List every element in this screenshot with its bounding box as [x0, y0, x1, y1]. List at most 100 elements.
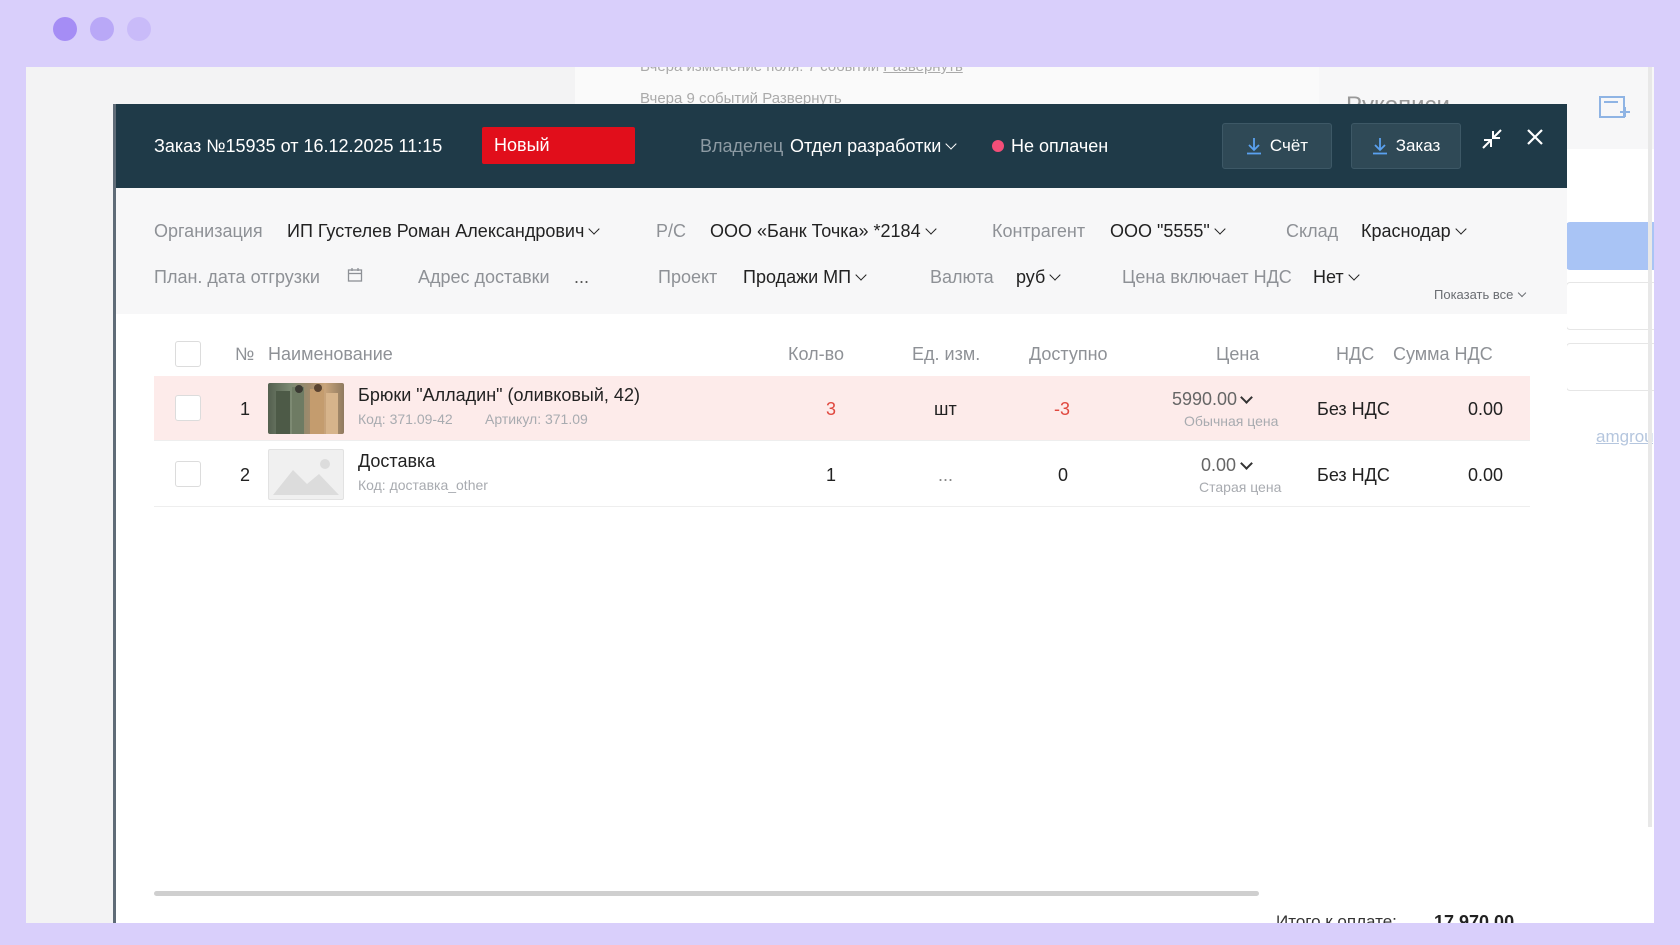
table-row[interactable]: 2 Доставка Код: доставка_other 1 ... 0 0…: [154, 442, 1530, 507]
minimize-window-dot[interactable]: [90, 17, 114, 41]
row-checkbox[interactable]: [175, 461, 201, 487]
currency-select[interactable]: руб: [1016, 267, 1061, 288]
table-header: № Наименование Кол-во Ед. изм. Доступно …: [154, 324, 1530, 380]
row-unit[interactable]: шт: [934, 399, 957, 420]
horizontal-scrollbar[interactable]: [154, 891, 1259, 896]
order-title: Заказ №15935 от 16.12.2025 11:15: [154, 136, 443, 156]
chevron-down-icon: [855, 269, 867, 281]
product-thumbnail[interactable]: [268, 383, 344, 434]
currency-label: Валюта: [930, 267, 994, 287]
currency-value: руб: [1016, 267, 1046, 287]
product-code: Код: 371.09-42: [358, 411, 453, 427]
row-unit[interactable]: ...: [938, 465, 953, 486]
background-link[interactable]: amgroup: [1596, 427, 1654, 447]
column-unit[interactable]: Ед. изм.: [912, 344, 980, 365]
chevron-down-icon: [945, 138, 957, 150]
address-label: Адрес доставки: [418, 267, 550, 287]
image-placeholder-icon[interactable]: [268, 449, 344, 500]
download-icon: [1372, 138, 1387, 155]
column-vat-sum[interactable]: Сумма НДС: [1393, 344, 1530, 365]
warehouse-select[interactable]: Краснодар: [1361, 221, 1467, 242]
account-select[interactable]: ООО «Банк Точка» *2184: [710, 221, 937, 242]
row-quantity[interactable]: 3: [826, 399, 836, 420]
payment-status-dot: [992, 140, 1004, 152]
close-window-dot[interactable]: [53, 17, 77, 41]
history-line-1: Вчера изменение поля: 7 событий Разверну…: [640, 67, 963, 75]
column-available[interactable]: Доступно: [1029, 344, 1108, 365]
project-select[interactable]: Продажи МП: [743, 267, 867, 288]
history-expand-link-1[interactable]: Развернуть: [883, 67, 963, 75]
close-icon[interactable]: [1524, 126, 1546, 153]
row-number: 1: [240, 399, 251, 419]
order-status-badge[interactable]: Новый: [482, 127, 635, 164]
warehouse-value: Краснодар: [1361, 221, 1451, 241]
contractor-value: ООО "5555": [1110, 221, 1210, 241]
background-field-1[interactable]: [1566, 282, 1654, 330]
row-vat[interactable]: Без НДС: [1317, 399, 1390, 420]
order-download-button[interactable]: Заказ: [1351, 123, 1461, 169]
row-available: -3: [1054, 399, 1071, 419]
download-icon: [1246, 138, 1261, 155]
column-name[interactable]: Наименование: [268, 344, 393, 365]
column-price[interactable]: Цена: [1216, 344, 1259, 365]
chevron-down-icon: [588, 223, 601, 235]
chevron-down-icon: [1454, 223, 1467, 235]
add-note-icon[interactable]: [1598, 94, 1632, 129]
column-number: №: [235, 344, 255, 364]
collapse-icon[interactable]: [1481, 128, 1503, 155]
show-all-toggle[interactable]: Показать все: [1434, 287, 1527, 302]
column-quantity[interactable]: Кол-во: [788, 344, 844, 365]
row-price-type: Старая цена: [1199, 479, 1282, 495]
calendar-icon[interactable]: [347, 267, 363, 288]
product-name[interactable]: Доставка: [358, 451, 435, 472]
vat-included-value: Нет: [1313, 267, 1344, 287]
project-label: Проект: [658, 267, 718, 287]
ship-date-label: План. дата отгрузки: [154, 267, 320, 287]
chevron-down-icon[interactable]: [1240, 391, 1253, 404]
row-number: 2: [240, 465, 251, 485]
product-code: Код: доставка_other: [358, 477, 488, 493]
show-all-label: Показать все: [1434, 287, 1514, 302]
column-vat[interactable]: НДС: [1336, 344, 1374, 365]
table-row[interactable]: 1 Брюки "Алладин" (оливковый, 42) Код: 3…: [154, 376, 1530, 441]
payment-status: Не оплачен: [1011, 136, 1109, 156]
background-scrollbar[interactable]: [1648, 67, 1652, 827]
row-price-type: Обычная цена: [1184, 413, 1279, 429]
background-primary-button[interactable]: [1566, 222, 1654, 270]
select-all-checkbox[interactable]: [175, 341, 201, 367]
order-modal: Заказ №15935 от 16.12.2025 11:15 Новый В…: [113, 104, 1567, 923]
maximize-window-dot[interactable]: [127, 17, 151, 41]
organization-select[interactable]: ИП Густелев Роман Александрович: [287, 221, 601, 242]
row-vat-sum: 0.00: [1468, 465, 1504, 485]
chevron-down-icon[interactable]: [1240, 457, 1253, 470]
vat-included-select[interactable]: Нет: [1313, 267, 1360, 288]
row-available: 0: [1058, 465, 1069, 485]
organization-label: Организация: [154, 221, 263, 241]
chevron-down-icon: [1214, 223, 1226, 235]
row-price[interactable]: 5990.00: [1172, 389, 1237, 410]
project-value: Продажи МП: [743, 267, 852, 287]
product-article: Артикул: 371.09: [485, 411, 588, 427]
chevron-down-icon: [924, 223, 937, 235]
row-quantity[interactable]: 1: [826, 465, 836, 486]
owner-select[interactable]: Отдел разработки: [790, 136, 957, 157]
organization-value: ИП Густелев Роман Александрович: [287, 221, 585, 241]
order-button-label: Заказ: [1395, 136, 1441, 155]
chevron-down-icon: [1347, 269, 1360, 281]
total-value: 17 970.00: [1434, 912, 1515, 923]
window-controls: [53, 17, 151, 41]
chevron-down-icon: [1049, 269, 1061, 281]
row-vat[interactable]: Без НДС: [1317, 465, 1390, 486]
background-field-2[interactable]: [1566, 343, 1654, 391]
row-checkbox[interactable]: [175, 395, 201, 421]
address-value[interactable]: ...: [574, 267, 589, 288]
warehouse-label: Склад: [1286, 221, 1339, 241]
account-value: ООО «Банк Точка» *2184: [710, 221, 921, 241]
chevron-down-icon: [1518, 288, 1527, 298]
invoice-button-label: Счёт: [1269, 136, 1309, 155]
row-price[interactable]: 0.00: [1201, 455, 1236, 476]
product-name[interactable]: Брюки "Алладин" (оливковый, 42): [358, 385, 640, 406]
contractor-select[interactable]: ООО "5555": [1110, 221, 1226, 242]
invoice-download-button[interactable]: Счёт: [1222, 123, 1332, 169]
account-label: Р/С: [656, 221, 687, 241]
